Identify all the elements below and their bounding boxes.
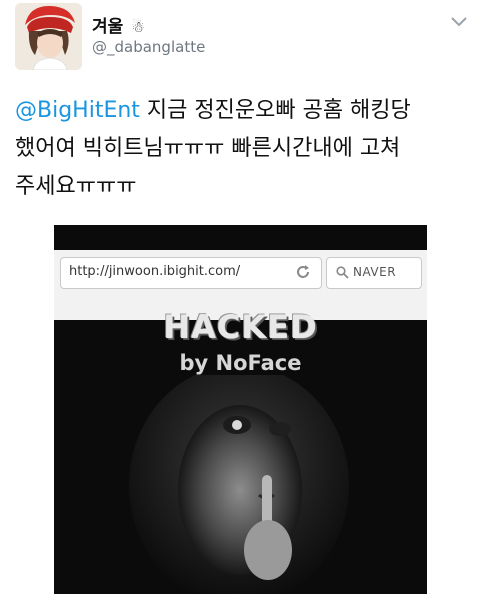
author-name-text: 겨울: [92, 17, 124, 37]
search-engine-label: NAVER: [353, 265, 397, 279]
hacked-byline: by NoFace: [179, 351, 302, 375]
search-box: NAVER: [326, 257, 422, 289]
chevron-down-icon[interactable]: [449, 15, 469, 29]
snowman-icon: ☃: [131, 18, 145, 36]
address-url: http://jinwoon.ibighit.com/: [69, 264, 241, 279]
tweet-media-image[interactable]: http://jinwoon.ibighit.com/ NAVER HACKED…: [54, 225, 427, 594]
tweet-text: @BigHitEnt 지금 정진운오빠 공홈 해킹당 했어여 빅히트님ㅠㅠㅠ 빠…: [15, 92, 470, 206]
mention-link[interactable]: @BigHitEnt: [15, 98, 140, 123]
author-handle[interactable]: @_dabanglatte: [92, 38, 205, 56]
reload-icon: [297, 265, 309, 278]
avatar[interactable]: [15, 3, 82, 70]
search-icon: [336, 266, 349, 279]
author-name[interactable]: 겨울 ☃: [92, 12, 145, 37]
tweet-header: 겨울 ☃ @_dabanglatte: [0, 0, 480, 80]
address-bar: http://jinwoon.ibighit.com/: [60, 257, 322, 289]
hacker-face-image: [54, 375, 427, 594]
hacked-headline: HACKED: [163, 308, 318, 346]
